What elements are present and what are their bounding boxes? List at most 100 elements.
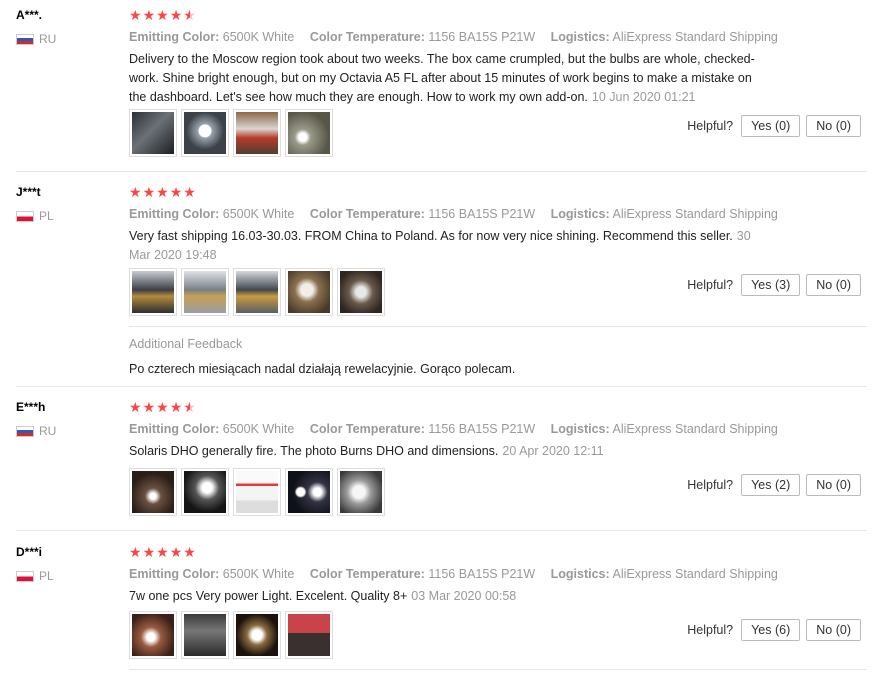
review-photo-thumb[interactable] xyxy=(337,268,385,316)
attr-label: Logistics: xyxy=(550,422,610,436)
star-icon: ★ xyxy=(183,544,196,560)
attr-value: 1156 BA15S P21W xyxy=(428,30,536,44)
star-icon: ★ xyxy=(169,184,183,200)
review-photo-thumb[interactable] xyxy=(233,468,281,516)
helpful-no-button[interactable]: No (0) xyxy=(806,274,861,296)
additional-feedback-text: Po czterech miesiącach nadal działają re… xyxy=(129,362,516,376)
star-icon: ★ xyxy=(156,184,169,200)
review-body: Solaris DHO generally fire. The photo Bu… xyxy=(129,444,499,458)
star-icon: ★ xyxy=(156,544,169,560)
reviewer-name: D***i xyxy=(16,545,43,559)
helpful-vote: Helpful? Yes (3) No (0) xyxy=(687,274,861,296)
order-attributes: Emitting Color: 6500K White Color Temper… xyxy=(129,30,867,44)
star-icon: ★ xyxy=(142,399,156,415)
review-photo-thumb[interactable] xyxy=(233,611,281,659)
review-photo-thumb[interactable] xyxy=(129,109,177,157)
reviewer-country: RU xyxy=(16,424,56,438)
russia-flag-icon xyxy=(16,33,34,45)
helpful-no-button[interactable]: No (0) xyxy=(806,619,861,641)
reviewer-country: PL xyxy=(16,569,54,583)
review-photos xyxy=(129,268,385,316)
divider xyxy=(129,669,867,670)
helpful-yes-button[interactable]: Yes (6) xyxy=(741,619,801,641)
review-photo-thumb[interactable] xyxy=(285,468,333,516)
star-icon: ★ xyxy=(129,544,142,560)
helpful-no-button[interactable]: No (0) xyxy=(806,115,861,137)
review-photo-thumb[interactable] xyxy=(181,468,229,516)
review-text: Very fast shipping 16.03-30.03. FROM Chi… xyxy=(129,227,769,265)
half-star-icon: ★ xyxy=(183,399,196,415)
helpful-yes-button[interactable]: Yes (3) xyxy=(741,274,801,296)
star-icon: ★ xyxy=(129,7,142,23)
country-code: RU xyxy=(39,32,57,46)
star-icon: ★ xyxy=(183,184,196,200)
helpful-yes-button[interactable]: Yes (0) xyxy=(741,115,801,137)
review-photo-thumb[interactable] xyxy=(285,268,333,316)
attr-label: Color Temperature: xyxy=(309,567,425,581)
country-code: PL xyxy=(39,569,54,583)
star-rating: ★ ★ ★ ★ ★ xyxy=(129,8,867,22)
review-text: 7w one pcs Very power Light. Excelent. Q… xyxy=(129,587,769,606)
attr-label: Emitting Color: xyxy=(129,207,220,221)
review-content: ★ ★ ★ ★ ★ Emitting Color: 6500K White Color … xyxy=(129,8,867,107)
review-date: 20 Apr 2020 12:11 xyxy=(502,444,604,458)
review-text: Solaris DHO generally fire. The photo Bu… xyxy=(129,442,769,461)
star-icon: ★ xyxy=(169,544,183,560)
review-photo-thumb[interactable] xyxy=(181,268,229,316)
attr-label: Emitting Color: xyxy=(129,422,220,436)
order-attributes: Emitting Color: 6500K White Color Temper… xyxy=(129,567,867,581)
review-photos xyxy=(129,109,333,157)
order-attributes: Emitting Color: 6500K White Color Temper… xyxy=(129,422,867,436)
attr-value: 6500K White xyxy=(222,207,295,221)
review-photo-thumb[interactable] xyxy=(181,109,229,157)
review-photo-thumb[interactable] xyxy=(233,268,281,316)
attr-value: 6500K White xyxy=(222,30,295,44)
review-date: 03 Mar 2020 00:58 xyxy=(411,589,517,603)
additional-feedback-title: Additional Feedback xyxy=(129,337,243,351)
star-icon: ★ xyxy=(142,184,156,200)
country-code: PL xyxy=(39,209,54,223)
divider xyxy=(16,530,867,531)
attr-label: Emitting Color: xyxy=(129,567,220,581)
review-photo-thumb[interactable] xyxy=(129,611,177,659)
attr-value: AliExpress Standard Shipping xyxy=(612,30,778,44)
attr-label: Logistics: xyxy=(550,207,610,221)
star-icon: ★ xyxy=(169,399,183,415)
helpful-label: Helpful? xyxy=(687,478,734,492)
star-rating: ★ ★ ★ ★ ★ xyxy=(129,185,867,199)
review-photo-thumb[interactable] xyxy=(129,268,177,316)
helpful-yes-button[interactable]: Yes (2) xyxy=(741,474,801,496)
review-content: ★ ★ ★ ★ ★ Emitting Color: 6500K White Color … xyxy=(129,545,867,606)
star-rating: ★ ★ ★ ★ ★ xyxy=(129,545,867,559)
attr-value: 1156 BA15S P21W xyxy=(428,422,536,436)
helpful-label: Helpful? xyxy=(687,623,734,637)
review-photo-thumb[interactable] xyxy=(285,611,333,659)
attr-value: 6500K White xyxy=(222,422,295,436)
attr-value: AliExpress Standard Shipping xyxy=(612,207,778,221)
divider xyxy=(16,171,867,172)
half-star-icon: ★ xyxy=(183,7,196,23)
attr-value: 6500K White xyxy=(222,567,295,581)
review-photo-thumb[interactable] xyxy=(337,468,385,516)
star-icon: ★ xyxy=(142,544,156,560)
star-icon: ★ xyxy=(129,184,142,200)
review-photo-thumb[interactable] xyxy=(285,109,333,157)
helpful-vote: Helpful? Yes (0) No (0) xyxy=(687,115,861,137)
star-icon: ★ xyxy=(129,399,142,415)
star-icon: ★ xyxy=(156,7,169,23)
attr-value: 1156 BA15S P21W xyxy=(428,207,536,221)
review-text: Delivery to the Moscow region took about… xyxy=(129,50,769,107)
star-icon: ★ xyxy=(169,7,183,23)
review-photo-thumb[interactable] xyxy=(233,109,281,157)
review-body: 7w one pcs Very power Light. Excelent. Q… xyxy=(129,589,408,603)
review-date: 10 Jun 2020 01:21 xyxy=(591,90,696,104)
helpful-label: Helpful? xyxy=(687,278,734,292)
star-icon: ★ xyxy=(156,399,169,415)
attr-label: Emitting Color: xyxy=(129,30,220,44)
review-photo-thumb[interactable] xyxy=(181,611,229,659)
helpful-no-button[interactable]: No (0) xyxy=(806,474,861,496)
reviewer-name: E***h xyxy=(16,400,46,414)
review-photo-thumb[interactable] xyxy=(129,468,177,516)
attr-label: Color Temperature: xyxy=(309,30,425,44)
reviewer-name: A***. xyxy=(16,8,43,22)
